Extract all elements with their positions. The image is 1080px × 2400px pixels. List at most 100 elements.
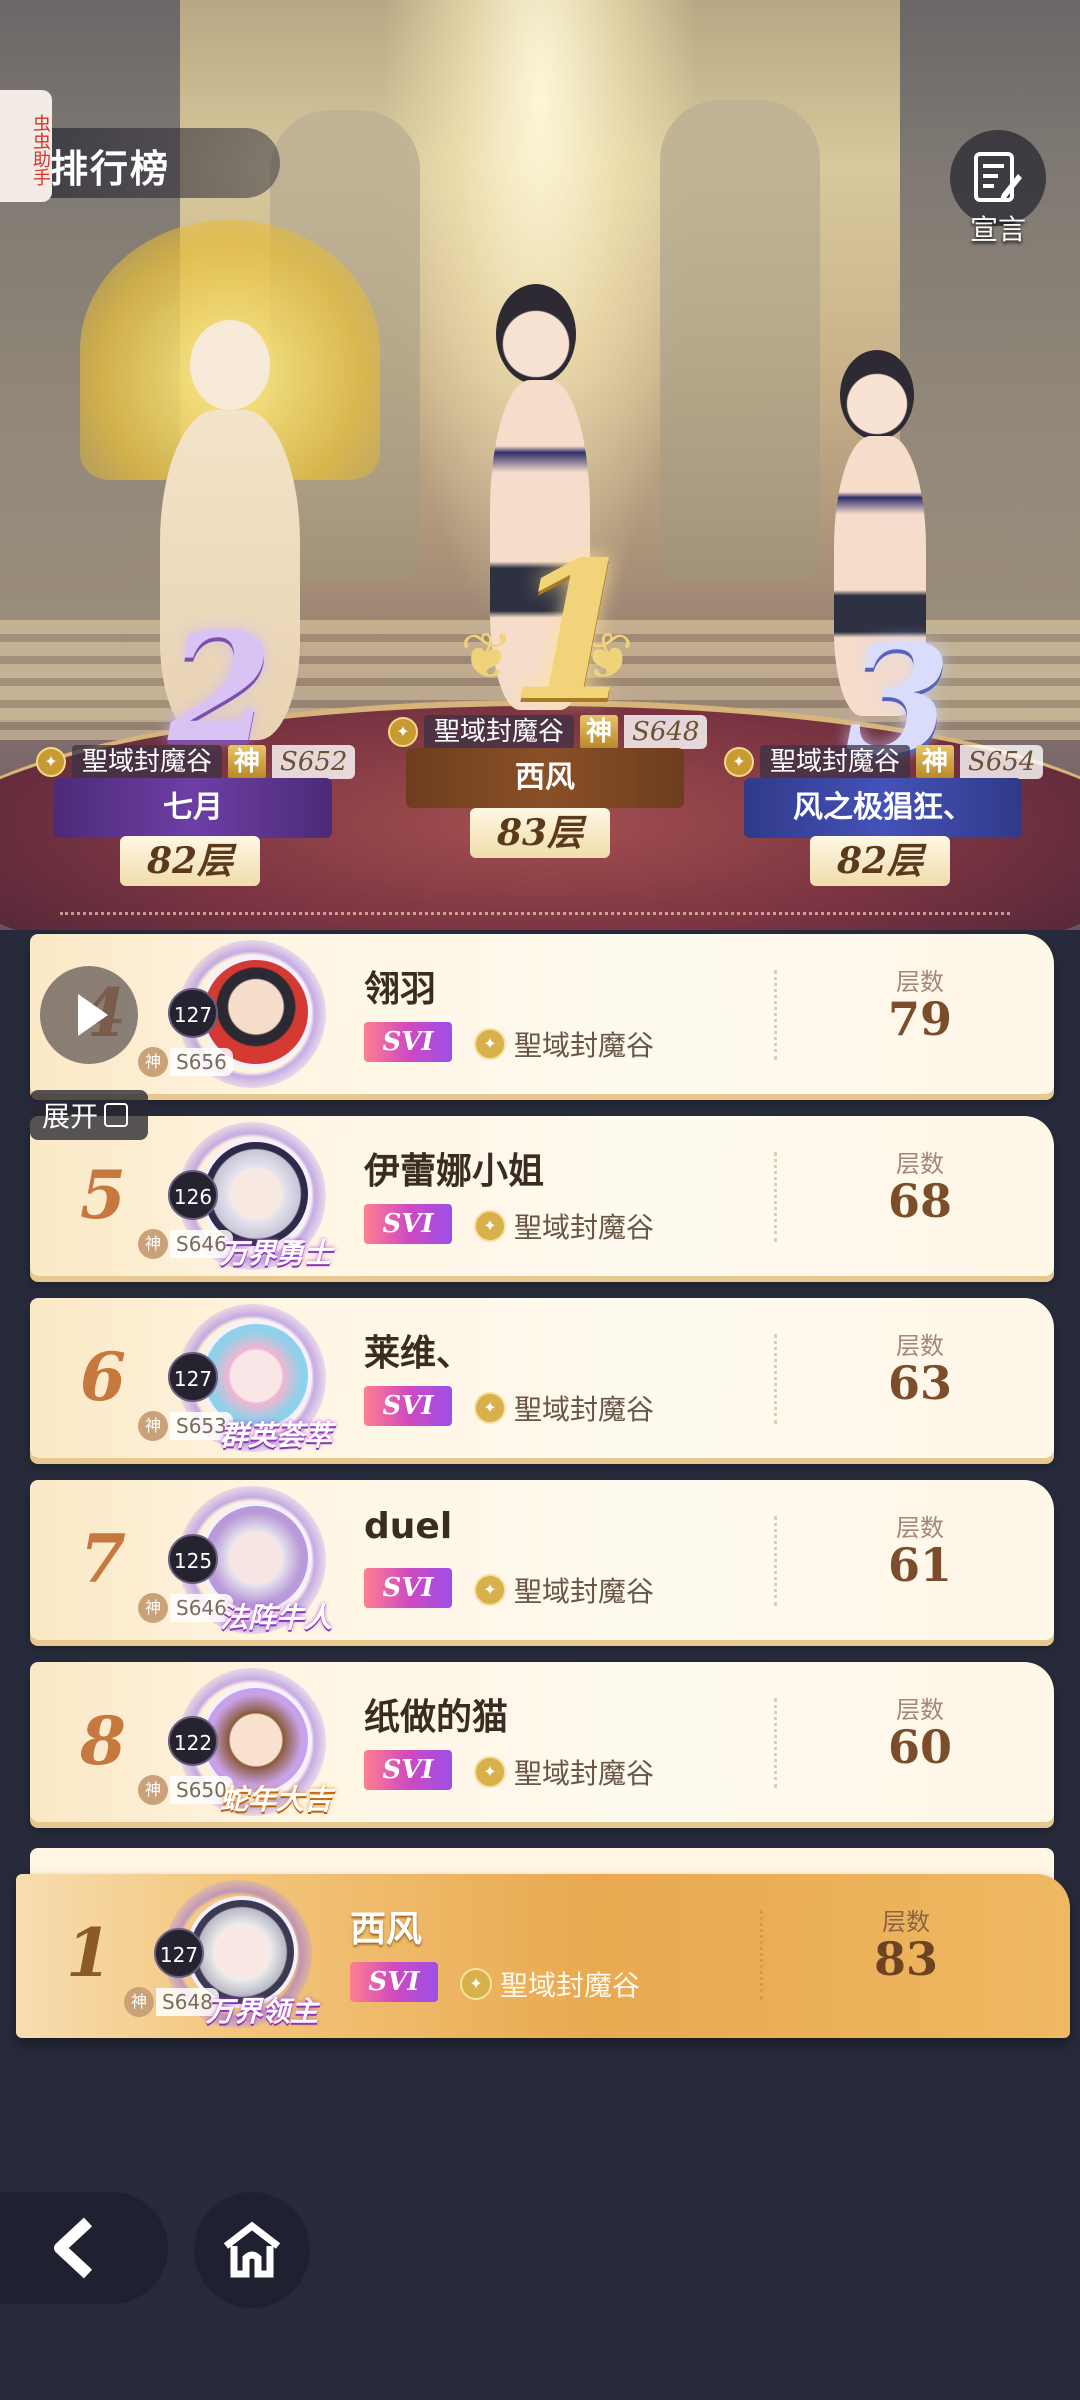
server-emblem-icon: ✦ <box>474 1756 506 1788</box>
home-icon <box>223 2221 281 2278</box>
third-player-name[interactable]: 风之极猖狂、 <box>744 778 1022 838</box>
vip-badge: SVI <box>364 1568 452 1608</box>
first-floors: 83层 <box>470 808 610 858</box>
server-name: 聖域封魔谷 <box>514 1757 655 1790</box>
first-server-info: ✦ 聖域封魔谷 神 S648 <box>388 714 708 750</box>
vip-badge: SVI <box>364 1386 452 1426</box>
server-name: 聖域封魔谷 <box>514 1029 655 1062</box>
level-badge: 127 <box>154 1928 204 1978</box>
server-name: 聖域封魔谷 <box>72 745 223 779</box>
server-name: 聖域封魔谷 <box>514 1393 655 1426</box>
home-button[interactable] <box>194 2192 310 2308</box>
page-title: 排行榜 <box>50 147 171 191</box>
server-name: 聖域封魔谷 <box>500 1969 641 2002</box>
server-info: ✦ 聖域封魔谷 <box>460 1964 640 2004</box>
floors-value: 60 <box>887 1720 952 1774</box>
first-player-name[interactable]: 西风 <box>406 748 684 808</box>
rank-number: 5 <box>80 1156 126 1234</box>
zone-info: 神 S650 <box>138 1774 233 1806</box>
rank-number: 6 <box>80 1338 126 1416</box>
list-item[interactable]: 6 127 神 S653 群英荟萃 莱维、 SVI ✦ 聖域封魔谷 层数 63 <box>30 1298 1054 1458</box>
server-info: ✦ 聖域封魔谷 <box>474 1024 654 1064</box>
floors-value: 83 <box>873 1932 938 1986</box>
server-name: 聖域封魔谷 <box>514 1575 655 1608</box>
server-emblem-icon: ✦ <box>474 1028 506 1060</box>
server-emblem-icon: ✦ <box>474 1210 506 1242</box>
god-tag: 神 <box>580 715 619 749</box>
title-badge: 万界领主 <box>206 1995 319 2028</box>
second-floors: 82层 <box>120 836 260 886</box>
third-server-info: ✦ 聖域封魔谷 神 S654 <box>724 744 1044 780</box>
vip-badge: SVI <box>364 1204 452 1244</box>
level-badge: 125 <box>168 1534 218 1584</box>
player-name: 西风 <box>350 1909 423 1950</box>
server-name: 聖域封魔谷 <box>514 1211 655 1244</box>
rank-number: 8 <box>80 1702 126 1780</box>
list-item[interactable]: 7 125 神 S646 法阵牛人 duel SVI ✦ 聖域封魔谷 层数 61 <box>30 1480 1054 1640</box>
back-button[interactable] <box>0 2192 168 2304</box>
floors-value: 61 <box>887 1538 952 1592</box>
server-info: ✦ 聖域封魔谷 <box>474 1388 654 1428</box>
god-tag: 神 <box>228 745 267 779</box>
list-item[interactable]: 5 126 神 S646 万界勇士 伊蕾娜小姐 SVI ✦ 聖域封魔谷 层数 6… <box>30 1116 1054 1276</box>
level-badge: 127 <box>168 1352 218 1402</box>
level-badge: 127 <box>168 988 218 1038</box>
floors-value: 79 <box>887 992 952 1046</box>
play-button[interactable] <box>40 966 138 1064</box>
separator <box>774 970 777 1060</box>
rank-1-numeral: 1 <box>508 520 641 743</box>
god-tag: 神 <box>916 745 955 779</box>
player-name: 翎羽 <box>364 969 437 1010</box>
divider <box>60 912 1010 915</box>
server-emblem-icon: ✦ <box>474 1392 506 1424</box>
player-name: duel <box>364 1506 453 1547</box>
zone-info: 神 S653 <box>138 1410 233 1442</box>
zone-tag: S648 <box>624 715 708 749</box>
god-tag: 神 <box>138 1047 168 1077</box>
god-tag: 神 <box>138 1229 168 1259</box>
edit-note-icon <box>974 152 1022 202</box>
server-name: 聖域封魔谷 <box>424 715 575 749</box>
right-statue <box>660 100 820 580</box>
title-badge: 蛇年大吉 <box>220 1783 333 1816</box>
level-badge: 126 <box>168 1170 218 1220</box>
rank-number: 1 <box>66 1914 112 1992</box>
separator <box>774 1334 777 1424</box>
zone-info: 神 S656 <box>138 1046 233 1078</box>
back-arrow-icon <box>54 2217 93 2279</box>
player-name: 伊蕾娜小姐 <box>364 1151 545 1192</box>
rank-number: 7 <box>80 1520 126 1598</box>
separator <box>774 1152 777 1242</box>
my-rank-row[interactable]: 1 127 神 S648 万界领主 西风 SVI ✦ 聖域封魔谷 层数 83 <box>16 1874 1070 2038</box>
server-info: ✦ 聖域封魔谷 <box>474 1206 654 1246</box>
expand-label: 展开 <box>42 1100 99 1133</box>
server-emblem-icon: ✦ <box>724 747 754 777</box>
zone-info: 神 S648 <box>124 1986 219 2018</box>
vip-badge: SVI <box>350 1962 438 2002</box>
floors-value: 63 <box>887 1356 952 1410</box>
expand-icon <box>104 1103 129 1127</box>
server-name: 聖域封魔谷 <box>760 745 911 779</box>
second-player-name[interactable]: 七月 <box>54 778 332 838</box>
helper-tag[interactable]: 虫虫助手 <box>0 90 52 202</box>
title-badge: 群英荟萃 <box>220 1419 333 1452</box>
zone-info: 神 S646 <box>138 1592 233 1624</box>
separator <box>760 1910 763 2000</box>
server-emblem-icon: ✦ <box>388 717 418 747</box>
list-item[interactable]: 8 122 神 S650 蛇年大吉 纸做的猫 SVI ✦ 聖域封魔谷 层数 60 <box>30 1662 1054 1822</box>
god-tag: 神 <box>138 1411 168 1441</box>
declare-label: 宣言 <box>969 213 1026 246</box>
separator <box>774 1698 777 1788</box>
server-emblem-icon: ✦ <box>474 1574 506 1606</box>
list-item[interactable]: 4 127 神 S656 翎羽 SVI ✦ 聖域封魔谷 层数 79 <box>30 934 1054 1094</box>
god-tag: 神 <box>138 1775 168 1805</box>
server-info: ✦ 聖域封魔谷 <box>474 1570 654 1610</box>
player-name: 莱维、 <box>364 1333 473 1374</box>
zone-tag: S652 <box>272 745 356 779</box>
level-badge: 122 <box>168 1716 218 1766</box>
vip-badge: SVI <box>364 1750 452 1790</box>
vip-badge: SVI <box>364 1022 452 1062</box>
expand-button[interactable]: 展开 <box>30 1090 148 1140</box>
separator <box>774 1516 777 1606</box>
laurel-left-icon: ❦ <box>460 620 514 694</box>
